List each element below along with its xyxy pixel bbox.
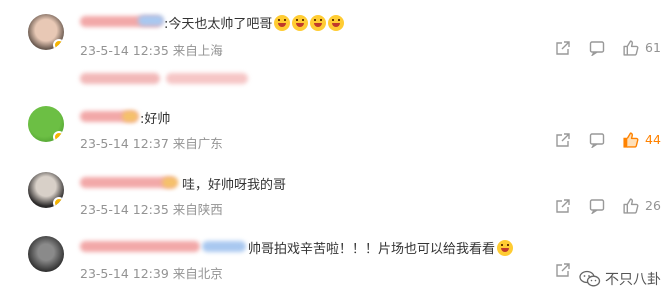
reply-button[interactable] bbox=[589, 198, 605, 214]
share-button[interactable] bbox=[555, 262, 571, 278]
timestamp: 23-5-14 12:37 bbox=[80, 136, 169, 151]
vip-badge-icon bbox=[53, 197, 64, 208]
laughing-emoji-icon bbox=[310, 15, 327, 31]
sub-reply-blurred bbox=[166, 73, 248, 84]
laughing-emoji-icon bbox=[497, 240, 514, 256]
avatar[interactable] bbox=[28, 236, 64, 272]
comment-item-2: :好帅 23-5-14 12:37 来自广东 44 bbox=[0, 96, 669, 164]
like-button[interactable]: 26 bbox=[622, 197, 661, 214]
comment-text: 帅哥拍戏辛苦啦！！！片场也可以给我看看 bbox=[248, 238, 514, 257]
location: 来自陕西 bbox=[172, 202, 223, 217]
timestamp: 23-5-14 12:35 bbox=[80, 43, 169, 58]
comment-text: 哇，好帅呀我的哥 bbox=[182, 178, 287, 193]
comment-text: :今天也太帅了吧哥 bbox=[164, 13, 345, 32]
share-button[interactable] bbox=[555, 40, 571, 56]
reply-button[interactable] bbox=[589, 40, 605, 56]
location: 来自北京 bbox=[172, 266, 223, 281]
share-icon bbox=[556, 133, 570, 147]
like-button[interactable]: 61 bbox=[622, 39, 661, 56]
avatar[interactable] bbox=[28, 106, 64, 142]
comment-icon bbox=[589, 133, 605, 148]
username-blurred bbox=[162, 177, 178, 188]
username-blurred bbox=[138, 15, 164, 26]
thumbs-up-icon bbox=[623, 198, 639, 214]
username-blurred[interactable] bbox=[80, 241, 200, 252]
share-button[interactable] bbox=[555, 132, 571, 148]
location: 来自广东 bbox=[172, 136, 223, 151]
reply-button[interactable] bbox=[589, 132, 605, 148]
laughing-emoji-icon bbox=[274, 15, 291, 31]
watermark: 不只八卦 bbox=[579, 269, 661, 289]
comment-icon bbox=[589, 41, 605, 56]
avatar[interactable] bbox=[28, 14, 64, 50]
vip-badge-icon bbox=[53, 39, 64, 50]
comment-text: :好帅 bbox=[140, 112, 171, 127]
username-blurred bbox=[202, 241, 246, 252]
sub-reply-blurred[interactable] bbox=[80, 73, 160, 84]
comment-item-1: :今天也太帅了吧哥 23-5-14 12:35 来自上海 61 bbox=[0, 0, 669, 96]
watermark-text: 不只八卦 bbox=[605, 272, 661, 288]
location: 来自上海 bbox=[172, 43, 223, 58]
comment-item-4: 帅哥拍戏辛苦啦！！！片场也可以给我看看 23-5-14 12:39 来自北京 bbox=[0, 230, 669, 295]
like-count: 26 bbox=[645, 198, 661, 213]
username-blurred bbox=[122, 111, 138, 122]
avatar[interactable] bbox=[28, 172, 64, 208]
wechat-logo-icon bbox=[579, 270, 601, 287]
thumbs-up-icon bbox=[623, 40, 639, 56]
share-button[interactable] bbox=[555, 198, 571, 214]
comment-meta: 23-5-14 12:39 来自北京 bbox=[80, 263, 223, 282]
comment-meta: 23-5-14 12:35 来自上海 bbox=[80, 40, 223, 59]
comment-item-3: 哇，好帅呀我的哥 23-5-14 12:35 来自陕西 26 bbox=[0, 164, 669, 230]
like-button[interactable]: 44 bbox=[622, 131, 661, 148]
comment-icon bbox=[589, 199, 605, 214]
laughing-emoji-icon bbox=[292, 15, 309, 31]
like-count: 44 bbox=[645, 132, 661, 147]
thumbs-up-icon bbox=[623, 132, 639, 148]
share-icon bbox=[556, 199, 570, 213]
timestamp: 23-5-14 12:35 bbox=[80, 202, 169, 217]
share-icon bbox=[556, 263, 570, 277]
vip-badge-icon bbox=[53, 131, 64, 142]
laughing-emoji-icon bbox=[328, 15, 345, 31]
share-icon bbox=[556, 41, 570, 55]
timestamp: 23-5-14 12:39 bbox=[80, 266, 169, 281]
comment-meta: 23-5-14 12:35 来自陕西 bbox=[80, 199, 223, 218]
like-count: 61 bbox=[645, 40, 661, 55]
comment-meta: 23-5-14 12:37 来自广东 bbox=[80, 133, 223, 152]
